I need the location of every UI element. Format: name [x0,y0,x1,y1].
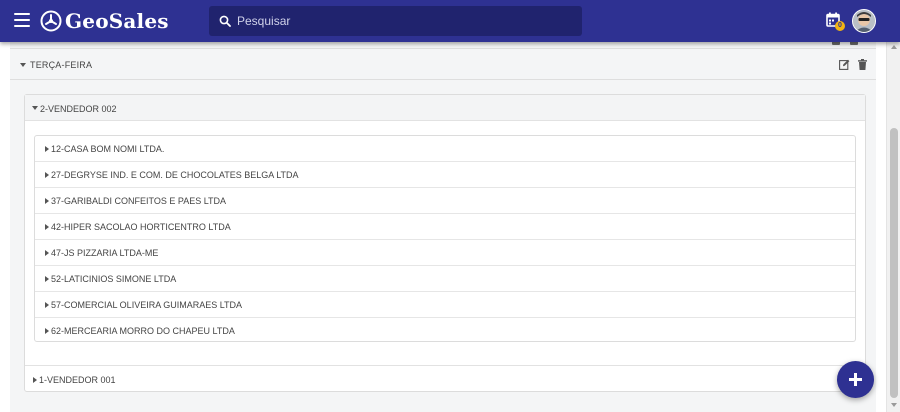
client-label: 12-CASA BOM NOMI LTDA. [51,144,165,154]
client-label: 62-MERCEARIA MORRO DO CHAPEU LTDA [51,326,235,336]
chevron-right-icon [45,302,49,308]
logo-icon [40,10,62,32]
scroll-down-icon[interactable] [891,403,897,407]
menu-icon[interactable] [14,13,30,27]
chevron-right-icon [45,276,49,282]
edit-icon[interactable] [839,59,850,70]
previous-day-row [10,39,876,49]
list-item[interactable]: 37-GARIBALDI CONFEITOS E PAES LTDA [35,188,855,214]
chevron-right-icon [45,224,49,230]
user-avatar-icon [853,10,875,32]
chevron-right-icon [45,172,49,178]
avatar[interactable] [852,9,876,33]
search-icon [219,15,231,27]
list-item[interactable]: 27-DEGRYSE IND. E COM. DE CHOCOLATES BEL… [35,162,855,188]
vendor-header[interactable]: 2-VENDEDOR 002 [25,95,865,121]
trash-icon[interactable] [858,59,867,70]
list-item[interactable]: 62-MERCEARIA MORRO DO CHAPEU LTDA [35,318,855,344]
search-input[interactable] [237,14,557,28]
calendar-button[interactable]: 0 [826,12,845,31]
vendor-title: 2-VENDEDOR 002 [40,104,117,114]
vendor-title: 1-VENDEDOR 001 [39,375,116,385]
plus-icon-stroke [854,373,857,386]
vendor-row-collapsed[interactable]: 1-VENDEDOR 001 [25,365,865,392]
add-fab-button[interactable] [837,361,874,398]
day-title: TERÇA-FEIRA [30,60,93,70]
client-label: 47-JS PIZZARIA LTDA-ME [51,248,159,258]
vendor-card: 2-VENDEDOR 002 12-CASA BOM NOMI LTDA. 27… [24,94,866,392]
scrollbar-thumb[interactable] [890,128,898,398]
search-bar[interactable] [209,6,582,36]
list-item[interactable]: 12-CASA BOM NOMI LTDA. [35,136,855,162]
client-label: 57-COMERCIAL OLIVEIRA GUIMARAES LTDA [51,300,243,310]
top-app-bar: GeoSales 0 [0,0,900,42]
client-list: 12-CASA BOM NOMI LTDA. 27-DEGRYSE IND. E… [34,135,856,342]
client-label: 42-HIPER SACOLAO HORTICENTRO LTDA [51,222,231,232]
chevron-right-icon [33,377,37,383]
chevron-right-icon [45,146,49,152]
client-label: 27-DEGRYSE IND. E COM. DE CHOCOLATES BEL… [51,170,299,180]
chevron-right-icon [45,198,49,204]
chevron-down-icon [32,106,38,110]
list-item[interactable]: 57-COMERCIAL OLIVEIRA GUIMARAES LTDA [35,292,855,318]
client-label: 52-LATICINIOS SIMONE LTDA [51,274,177,284]
day-header[interactable]: TERÇA-FEIRA [10,50,876,80]
chevron-right-icon [45,250,49,256]
chevron-down-icon [20,63,26,67]
client-label: 37-GARIBALDI CONFEITOS E PAES LTDA [51,196,227,206]
main-content: TERÇA-FEIRA 2-VENDEDOR 002 12-CASA BOM N… [10,39,876,412]
list-item[interactable]: 42-HIPER SACOLAO HORTICENTRO LTDA [35,214,855,240]
scrollbar[interactable] [886,42,900,412]
list-item[interactable]: 52-LATICINIOS SIMONE LTDA [35,266,855,292]
chevron-right-icon [45,328,49,334]
app-name: GeoSales [65,9,169,33]
calendar-badge: 0 [835,21,845,31]
list-item[interactable]: 47-JS PIZZARIA LTDA-ME [35,240,855,266]
scroll-up-icon[interactable] [891,45,897,49]
app-logo[interactable]: GeoSales [40,8,169,34]
